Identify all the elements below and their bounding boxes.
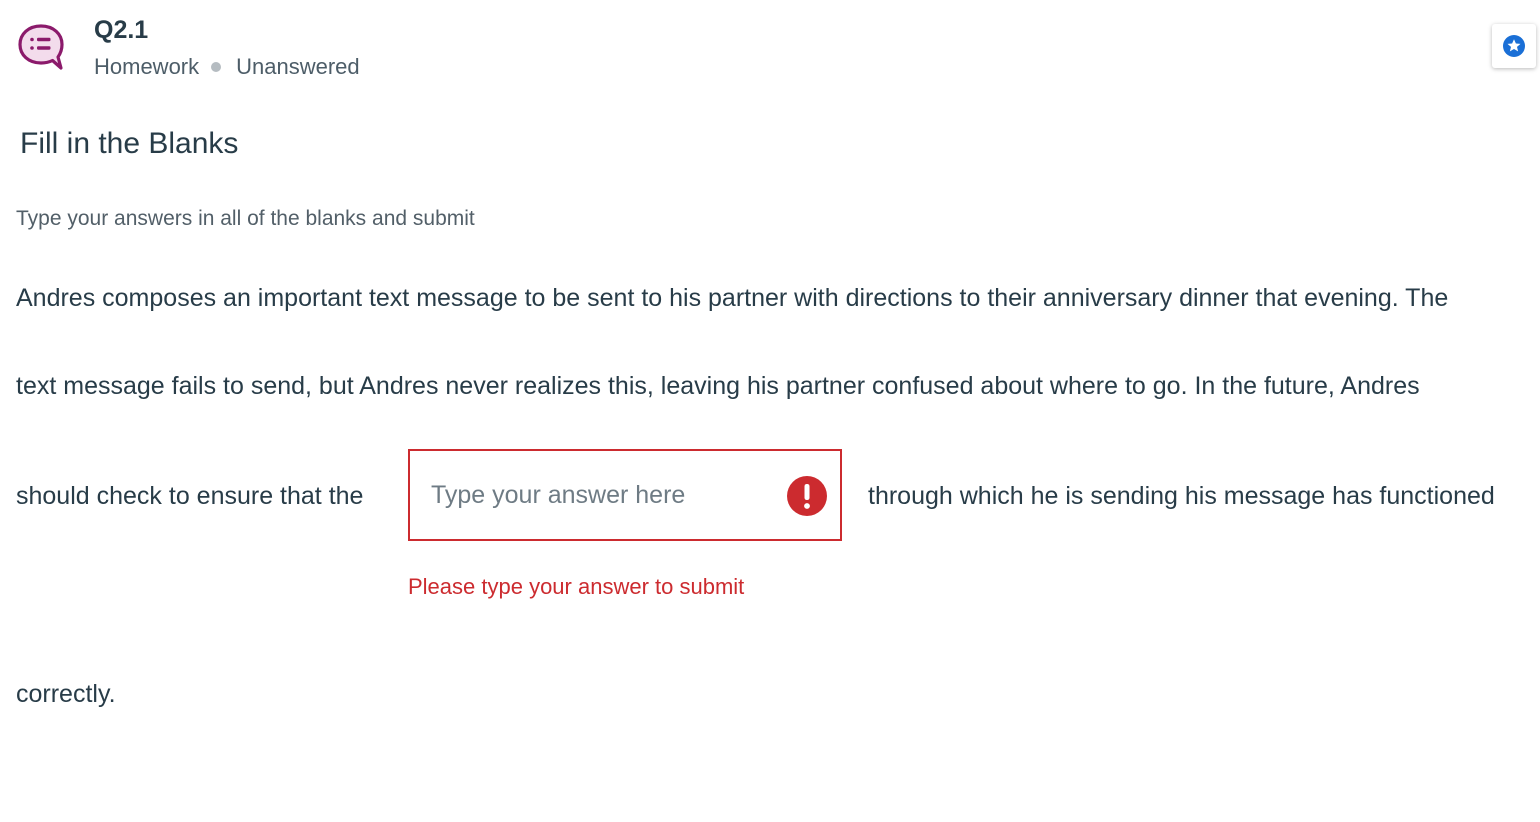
passage-line-3-before-blank: should check to ensure that the	[16, 482, 364, 510]
passage-line-2: text message fails to send, but Andres n…	[16, 372, 1420, 400]
question-id: Q2.1	[94, 16, 149, 44]
blank-answer-input[interactable]	[408, 449, 842, 541]
star-icon	[1503, 35, 1525, 57]
question-meta: Homework Unanswered	[94, 53, 360, 81]
blank-field-wrapper	[408, 449, 842, 541]
chat-bubble-list-icon	[18, 24, 64, 70]
blank-error-message: Please type your answer to submit	[408, 574, 745, 599]
question-title: Fill in the Blanks	[20, 127, 239, 160]
question-page: Q2.1 Homework Unanswered Fill in the Bla…	[0, 0, 1540, 822]
passage-line-4: correctly.	[16, 680, 116, 708]
passage-line-1: Andres composes an important text messag…	[16, 284, 1449, 312]
question-type: Homework	[94, 54, 200, 79]
meta-separator-dot	[211, 62, 222, 72]
bookmark-button[interactable]	[1492, 24, 1536, 68]
question-header-text: Q2.1 Homework Unanswered	[94, 14, 360, 81]
exclamation-icon	[787, 476, 827, 516]
question-status: Unanswered	[236, 54, 360, 79]
passage-line-3-after-blank: through which he is sending his message …	[868, 482, 1495, 510]
question-instructions: Type your answers in all of the blanks a…	[16, 207, 475, 230]
question-header: Q2.1 Homework Unanswered	[17, 14, 360, 81]
